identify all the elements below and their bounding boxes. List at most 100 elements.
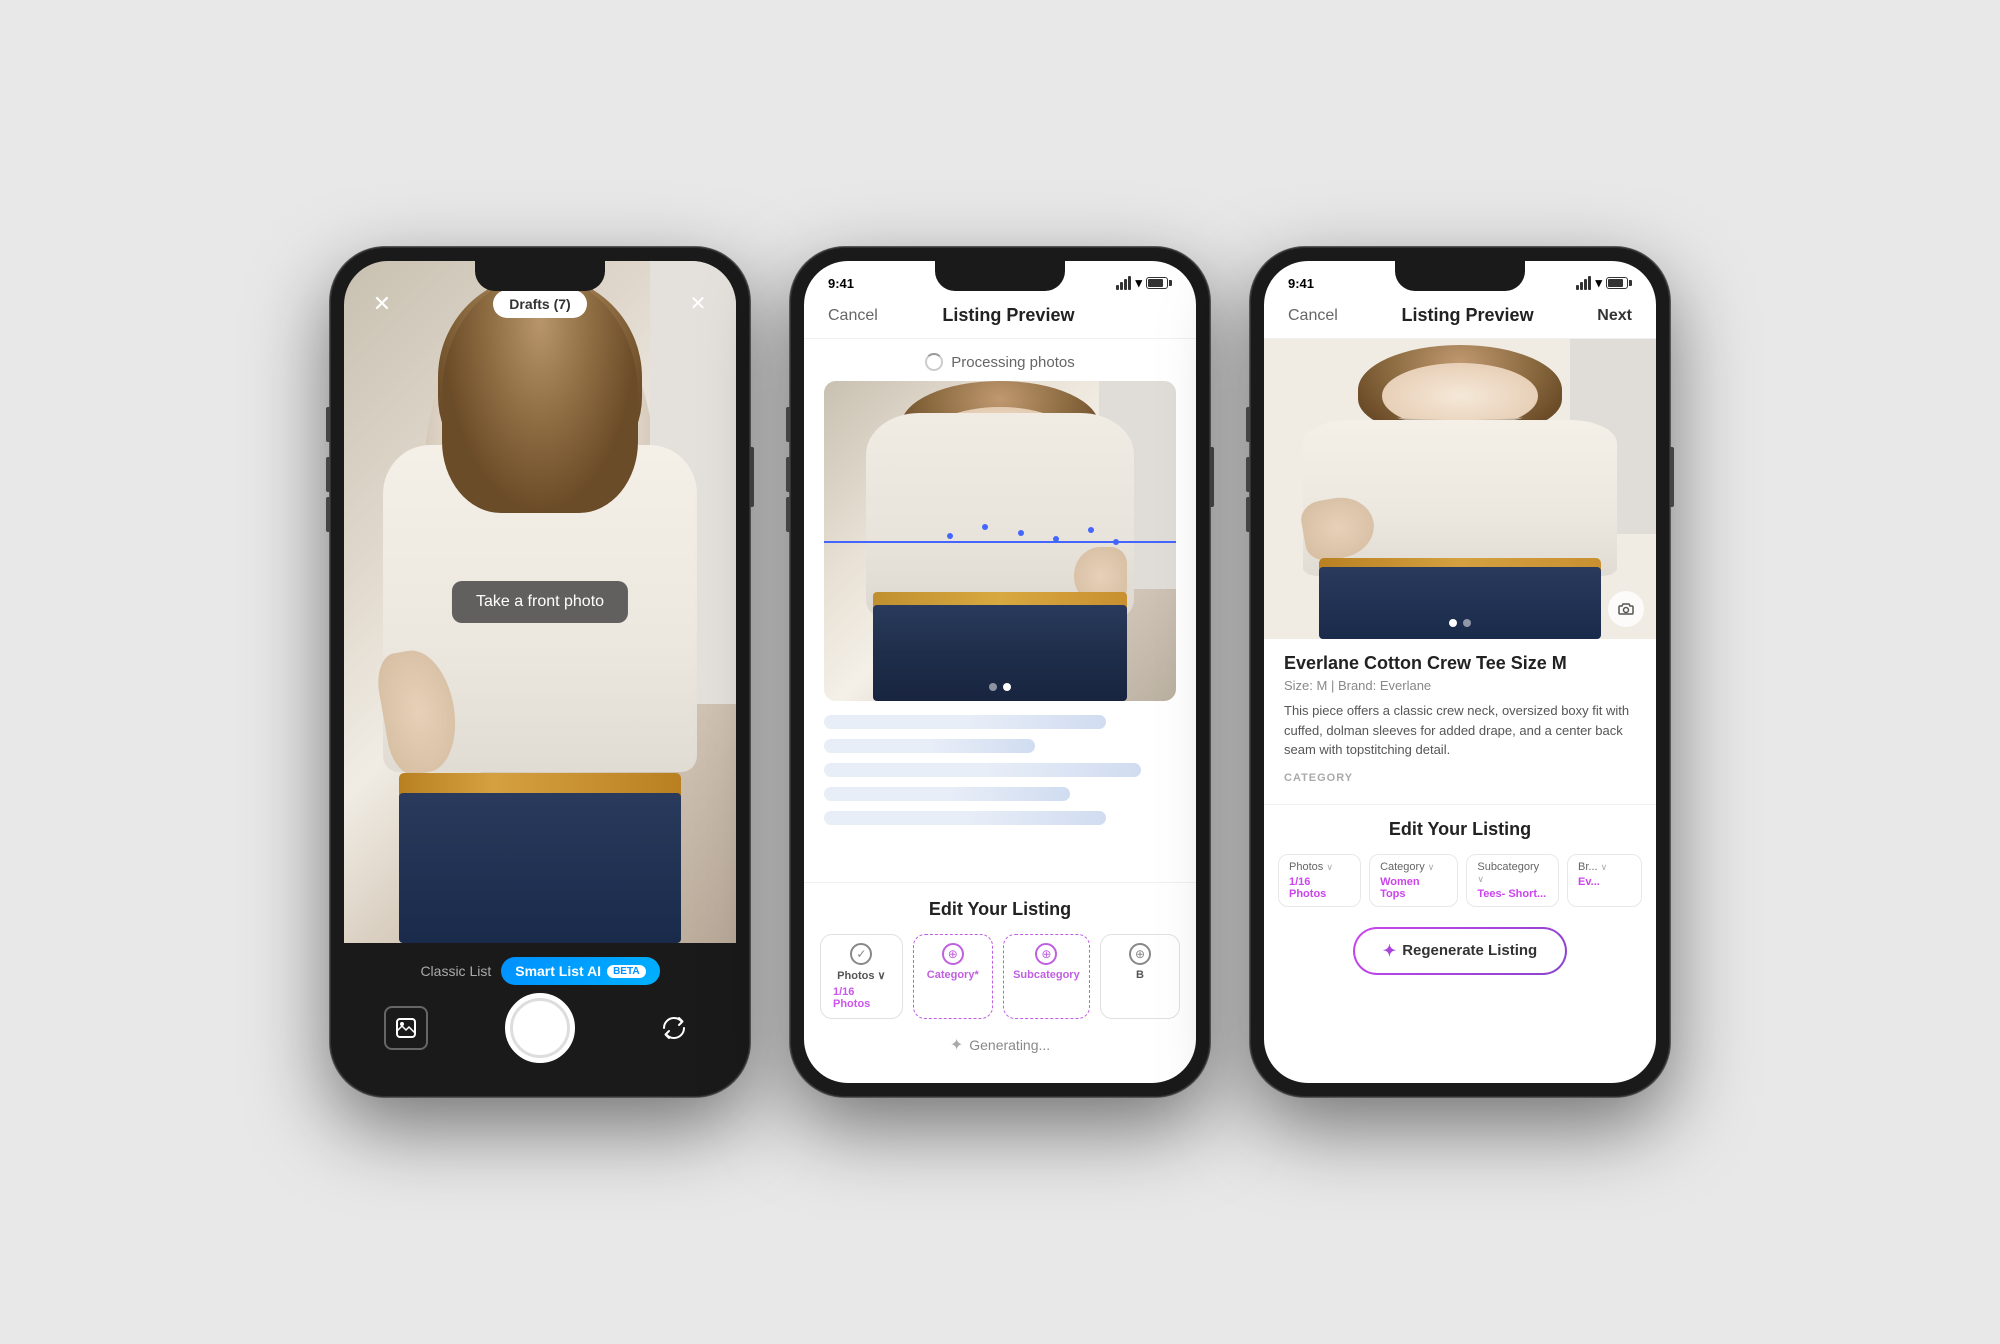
- classic-list-label[interactable]: Classic List: [420, 963, 491, 979]
- phone-3-inner: 9:41 ▾: [1264, 261, 1656, 1083]
- photos-tab3-label: Photos ∨: [1289, 861, 1333, 873]
- listing-title: Everlane Cotton Crew Tee Size M: [1284, 653, 1636, 674]
- status-icons-3: ▾: [1576, 275, 1632, 291]
- signal-icon: [1116, 276, 1131, 290]
- regenerate-label: Regenerate Listing: [1402, 942, 1537, 959]
- gallery-button[interactable]: [384, 1006, 428, 1050]
- regenerate-row: ✦ Regenerate Listing: [1264, 915, 1656, 991]
- cancel-button-3[interactable]: Cancel: [1288, 307, 1338, 325]
- status-time-3: 9:41: [1288, 276, 1314, 291]
- nav-next-2: Next: [1139, 307, 1172, 325]
- skeleton-desc-2: [824, 787, 1070, 801]
- camera-overlay-icon[interactable]: [1608, 591, 1644, 627]
- wifi-icon: ▾: [1135, 275, 1142, 291]
- photos-tab-icon: ✓: [850, 943, 872, 965]
- generating-label: Generating...: [969, 1037, 1050, 1053]
- listing-main-image[interactable]: [1264, 339, 1656, 639]
- phone-1-inner: ✕ Drafts (7) ✕ Take a front photo Classi…: [344, 261, 736, 1083]
- photos-tab-sublabel: 1/16 Photos: [833, 986, 890, 1010]
- brand-tab-label: B: [1136, 969, 1144, 981]
- phone-2-inner: 9:41 ▾: [804, 261, 1196, 1083]
- photos-tab-3[interactable]: Photos ∨ 1/16 Photos: [1278, 854, 1361, 907]
- photos-tab-label: Photos ∨: [837, 969, 885, 982]
- listing-dot-1: [1449, 619, 1457, 627]
- notch-3: [1395, 261, 1525, 291]
- brand-tab3-label: Br... ∨: [1578, 861, 1607, 873]
- nav-title-2: Listing Preview: [942, 305, 1074, 326]
- status-icons-2: ▾: [1116, 275, 1172, 291]
- edit-listing-title-2: Edit Your Listing: [804, 899, 1196, 920]
- brand-tab-3[interactable]: Br... ∨ Ev...: [1567, 854, 1642, 907]
- processing-screen: 9:41 ▾: [804, 261, 1196, 1083]
- photos-tab3-value: 1/16 Photos: [1289, 876, 1350, 900]
- edit-tabs-3: Photos ∨ 1/16 Photos Category ∨ Women To…: [1264, 854, 1656, 907]
- category-tab-icon: ⊕: [942, 943, 964, 965]
- processing-header: Processing photos: [804, 339, 1196, 381]
- shutter-button[interactable]: [505, 993, 575, 1063]
- take-photo-label: Take a front photo: [452, 581, 628, 623]
- edit-listing-section-3: Edit Your Listing Photos ∨ 1/16 Photos C…: [1264, 804, 1656, 915]
- listing-image-2[interactable]: [824, 381, 1176, 701]
- camera-bottom-bar: Classic List Smart List AI BETA: [344, 943, 736, 1083]
- brand-tab3-value: Ev...: [1578, 876, 1600, 888]
- battery-icon-3: [1606, 277, 1632, 289]
- brand-tab-icon: ⊕: [1129, 943, 1151, 965]
- flip-camera-button[interactable]: [652, 1006, 696, 1050]
- processing-label: Processing photos: [951, 354, 1074, 371]
- status-time-2: 9:41: [828, 276, 854, 291]
- photos-tab-2[interactable]: ✓ Photos ∨ 1/16 Photos: [820, 934, 903, 1019]
- battery-icon: [1146, 277, 1172, 289]
- edit-listing-section-2: Edit Your Listing ✓ Photos ∨ 1/16 Photos…: [804, 882, 1196, 1083]
- category-tab-label: Category*: [927, 969, 979, 981]
- category-label: CATEGORY: [1284, 772, 1636, 784]
- edit-tabs-2: ✓ Photos ∨ 1/16 Photos ⊕ Category* ⊕ S: [804, 934, 1196, 1019]
- smart-list-pill[interactable]: Smart List AI BETA: [501, 957, 659, 985]
- wifi-icon-3: ▾: [1595, 275, 1602, 291]
- nav-bar-2: Cancel Listing Preview Next: [804, 297, 1196, 339]
- regen-star-icon: ✦: [1383, 941, 1396, 961]
- camera-controls-row: [344, 993, 736, 1063]
- dot-1: [989, 683, 997, 691]
- cancel-button-2[interactable]: Cancel: [828, 307, 878, 325]
- brand-tab-2[interactable]: ⊕ B: [1100, 934, 1180, 1019]
- subcategory-tab-3[interactable]: Subcategory ∨ Tees- Short...: [1466, 854, 1559, 907]
- camera-close-button[interactable]: ✕: [364, 286, 400, 322]
- processing-spinner: [925, 353, 943, 371]
- notch-1: [475, 261, 605, 291]
- skeleton-title: [824, 715, 1106, 729]
- nav-title-3: Listing Preview: [1402, 305, 1534, 326]
- scan-dots: [824, 515, 1176, 575]
- skeleton-desc-3: [824, 811, 1106, 825]
- listing-dot-2: [1463, 619, 1471, 627]
- category-tab-2[interactable]: ⊕ Category*: [913, 934, 993, 1019]
- category-tab-3[interactable]: Category ∨ Women Tops: [1369, 854, 1458, 907]
- skeleton-area: [804, 701, 1196, 839]
- camera-magic-button[interactable]: ✕: [680, 286, 716, 322]
- nav-bar-3: Cancel Listing Preview Next: [1264, 297, 1656, 339]
- listing-screen: 9:41 ▾: [1264, 261, 1656, 1083]
- listing-dots-3: [1449, 619, 1471, 627]
- phone-1: ✕ Drafts (7) ✕ Take a front photo Classi…: [330, 247, 750, 1097]
- category-tab3-label: Category ∨: [1380, 861, 1434, 873]
- photo-bg-2: [824, 381, 1176, 701]
- camera-screen: ✕ Drafts (7) ✕ Take a front photo Classi…: [344, 261, 736, 1083]
- subcategory-tab3-label: Subcategory ∨: [1477, 861, 1548, 885]
- dot-2: [1003, 683, 1011, 691]
- scan-line: [824, 541, 1176, 543]
- subcategory-tab-label: Subcategory: [1013, 969, 1080, 981]
- listing-desc: This piece offers a classic crew neck, o…: [1284, 701, 1636, 760]
- subcategory-tab-icon: ⊕: [1035, 943, 1057, 965]
- phones-container: ✕ Drafts (7) ✕ Take a front photo Classi…: [0, 187, 2000, 1157]
- listing-mode-toggle: Classic List Smart List AI BETA: [420, 957, 659, 985]
- subcategory-tab-2[interactable]: ⊕ Subcategory: [1003, 934, 1090, 1019]
- drafts-button[interactable]: Drafts (7): [493, 290, 586, 318]
- regenerate-button[interactable]: ✦ Regenerate Listing: [1353, 927, 1567, 975]
- skeleton-meta: [824, 739, 1035, 753]
- shutter-inner: [510, 998, 570, 1058]
- beta-badge: BETA: [607, 965, 645, 978]
- signal-icon-3: [1576, 276, 1591, 290]
- skeleton-desc-1: [824, 763, 1141, 777]
- next-button-3[interactable]: Next: [1597, 307, 1632, 325]
- smart-list-label: Smart List AI: [515, 963, 601, 979]
- camera-viewfinder[interactable]: ✕ Drafts (7) ✕ Take a front photo: [344, 261, 736, 943]
